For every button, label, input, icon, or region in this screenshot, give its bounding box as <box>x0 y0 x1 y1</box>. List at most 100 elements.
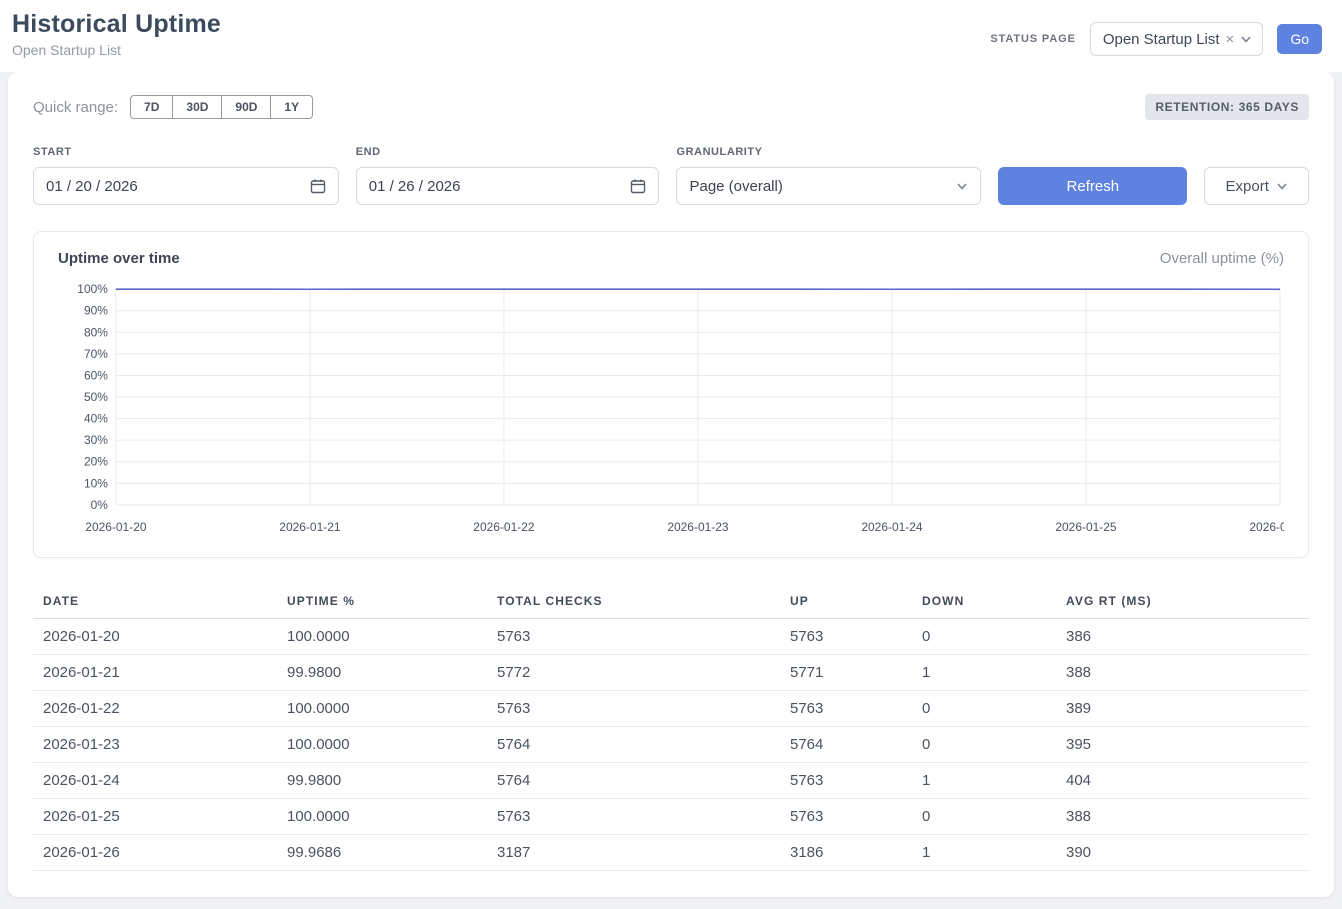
svg-text:40%: 40% <box>84 412 108 426</box>
table-cell: 5763 <box>487 691 780 727</box>
table-cell: 100.0000 <box>277 799 487 835</box>
end-date-input[interactable]: 01 / 26 / 2026 <box>356 167 660 205</box>
table-cell: 2026-01-21 <box>33 655 277 691</box>
end-date-label: END <box>356 146 660 158</box>
column-header: TOTAL CHECKS <box>487 584 780 619</box>
quick-range-label: Quick range: <box>33 99 118 116</box>
table-row: 2026-01-25100.0000576357630388 <box>33 799 1309 835</box>
chevron-down-icon <box>1240 33 1252 45</box>
table-cell: 99.9800 <box>277 763 487 799</box>
quick-range-row: Quick range: 7D30D90D1Y RETENTION: 365 D… <box>33 94 1309 120</box>
svg-text:2026-01-20: 2026-01-20 <box>85 520 147 534</box>
table-cell: 5763 <box>780 619 912 655</box>
table-cell: 0 <box>912 727 1056 763</box>
svg-text:80%: 80% <box>84 325 108 339</box>
table-cell: 404 <box>1056 763 1309 799</box>
table-cell: 100.0000 <box>277 727 487 763</box>
chart-legend: Overall uptime (%) <box>1160 250 1284 267</box>
start-date-input[interactable]: 01 / 20 / 2026 <box>33 167 339 205</box>
refresh-button[interactable]: Refresh <box>998 167 1187 205</box>
start-date-field: START 01 / 20 / 2026 <box>33 146 339 205</box>
table-row: 2026-01-22100.0000576357630389 <box>33 691 1309 727</box>
table-cell: 5763 <box>780 799 912 835</box>
table-cell: 5763 <box>487 619 780 655</box>
table-cell: 5764 <box>487 727 780 763</box>
table-cell: 2026-01-23 <box>33 727 277 763</box>
granularity-label: GRANULARITY <box>676 146 981 158</box>
table-cell: 389 <box>1056 691 1309 727</box>
go-button[interactable]: Go <box>1277 24 1322 54</box>
quick-range-group: 7D30D90D1Y <box>130 95 313 119</box>
svg-text:50%: 50% <box>84 390 108 404</box>
column-header: AVG RT (MS) <box>1056 584 1309 619</box>
column-header: UPTIME % <box>277 584 487 619</box>
start-date-value: 01 / 20 / 2026 <box>46 178 138 195</box>
table-cell: 2026-01-20 <box>33 619 277 655</box>
table-cell: 2026-01-26 <box>33 835 277 871</box>
end-date-value: 01 / 26 / 2026 <box>369 178 461 195</box>
page-subtitle: Open Startup List <box>12 42 221 58</box>
table-head: DATEUPTIME %TOTAL CHECKSUPDOWNAVG RT (MS… <box>33 584 1309 619</box>
header: Historical Uptime Open Startup List STAT… <box>0 0 1342 72</box>
table-cell: 5764 <box>780 727 912 763</box>
table-cell: 3187 <box>487 835 780 871</box>
svg-text:70%: 70% <box>84 347 108 361</box>
uptime-line-chart: 0%10%20%30%40%50%60%70%80%90%100%2026-01… <box>58 279 1284 543</box>
calendar-icon[interactable] <box>310 178 326 194</box>
table-cell: 390 <box>1056 835 1309 871</box>
table-cell: 2026-01-25 <box>33 799 277 835</box>
svg-text:60%: 60% <box>84 368 108 382</box>
svg-text:2026-01-24: 2026-01-24 <box>861 520 923 534</box>
table-body: 2026-01-20100.00005763576303862026-01-21… <box>33 619 1309 871</box>
table-cell: 1 <box>912 763 1056 799</box>
table-row: 2026-01-2499.9800576457631404 <box>33 763 1309 799</box>
export-label: Export <box>1226 178 1269 195</box>
table-row: 2026-01-23100.0000576457640395 <box>33 727 1309 763</box>
table-cell: 5763 <box>487 799 780 835</box>
uptime-table: DATEUPTIME %TOTAL CHECKSUPDOWNAVG RT (MS… <box>33 584 1309 871</box>
table-cell: 5764 <box>487 763 780 799</box>
status-page-value: Open Startup List <box>1103 31 1220 48</box>
svg-text:10%: 10% <box>84 476 108 490</box>
topbar-right: STATUS PAGE Open Startup List × Go <box>990 22 1322 56</box>
table-cell: 5772 <box>487 655 780 691</box>
svg-text:2026-01-22: 2026-01-22 <box>473 520 535 534</box>
table-cell: 5763 <box>780 763 912 799</box>
granularity-select[interactable]: Page (overall) <box>676 167 981 205</box>
chart-title: Uptime over time <box>58 250 180 267</box>
table-cell: 2026-01-24 <box>33 763 277 799</box>
table-row: 2026-01-2199.9800577257711388 <box>33 655 1309 691</box>
table-cell: 0 <box>912 619 1056 655</box>
clear-selection-icon[interactable]: × <box>1226 32 1235 47</box>
chart-card: Uptime over time Overall uptime (%) 0%10… <box>33 231 1309 558</box>
svg-text:2026-01-23: 2026-01-23 <box>667 520 729 534</box>
table-cell: 3186 <box>780 835 912 871</box>
table-cell: 0 <box>912 799 1056 835</box>
export-button[interactable]: Export <box>1204 167 1309 205</box>
table-cell: 5763 <box>780 691 912 727</box>
table-cell: 0 <box>912 691 1056 727</box>
svg-text:90%: 90% <box>84 304 108 318</box>
quick-range-90d-button[interactable]: 90D <box>221 95 271 119</box>
table-cell: 1 <box>912 835 1056 871</box>
start-date-label: START <box>33 146 339 158</box>
calendar-icon[interactable] <box>630 178 646 194</box>
filter-form-row: START 01 / 20 / 2026 END 01 / 26 / 2026 … <box>33 146 1309 205</box>
table-cell: 99.9686 <box>277 835 487 871</box>
table-cell: 386 <box>1056 619 1309 655</box>
svg-text:2026-01-25: 2026-01-25 <box>1055 520 1117 534</box>
column-header: UP <box>780 584 912 619</box>
quick-range-1y-button[interactable]: 1Y <box>270 95 313 119</box>
retention-badge: RETENTION: 365 DAYS <box>1145 94 1309 120</box>
column-header: DOWN <box>912 584 1056 619</box>
page-title: Historical Uptime <box>12 10 221 39</box>
table-cell: 100.0000 <box>277 619 487 655</box>
svg-text:2026-01-26: 2026-01-26 <box>1249 520 1284 534</box>
quick-range-7d-button[interactable]: 7D <box>130 95 173 119</box>
quick-range-30d-button[interactable]: 30D <box>172 95 222 119</box>
status-page-select[interactable]: Open Startup List × <box>1090 22 1264 56</box>
table-cell: 1 <box>912 655 1056 691</box>
table-cell: 100.0000 <box>277 691 487 727</box>
svg-text:20%: 20% <box>84 455 108 469</box>
column-header: DATE <box>33 584 277 619</box>
